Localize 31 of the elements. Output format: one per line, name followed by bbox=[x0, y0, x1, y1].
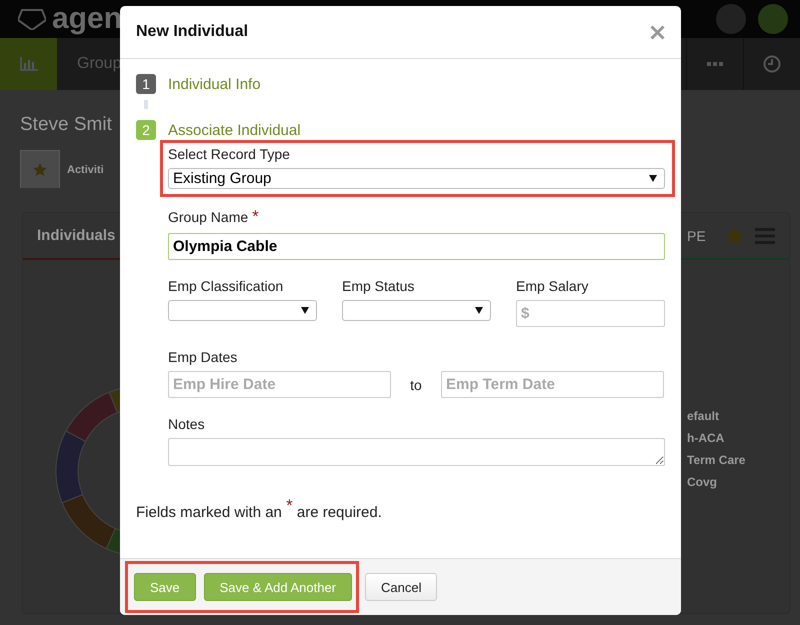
field-label: Emp Classification bbox=[168, 278, 284, 294]
card-title: Individuals bbox=[37, 227, 116, 244]
step-number: 2 bbox=[136, 120, 156, 140]
legend-label: efault bbox=[687, 409, 720, 423]
save-button[interactable]: Save & Add Another bbox=[204, 573, 352, 601]
field-label: Emp Status bbox=[342, 278, 416, 294]
step-number: 1 bbox=[136, 74, 156, 94]
field-label: Emp Dates bbox=[168, 349, 238, 365]
page-tab[interactable]: Activiti bbox=[60, 150, 111, 188]
field-label: Group Name bbox=[168, 209, 248, 225]
page-title: Steve Smit bbox=[20, 114, 112, 136]
legend-label: Term Care bbox=[687, 453, 746, 467]
save-button[interactable]: Save bbox=[134, 573, 196, 601]
term-date-field[interactable]: Emp Term Date bbox=[441, 371, 664, 398]
logo-text: agen bbox=[52, 2, 122, 36]
legend-label: h-ACA bbox=[687, 431, 726, 445]
step-label[interactable]: Associate Individual bbox=[168, 122, 301, 138]
field-label: Emp Salary bbox=[516, 278, 590, 294]
range-separator: to bbox=[409, 376, 423, 392]
hire-date-field[interactable]: Emp Hire Date bbox=[168, 371, 391, 398]
card-title: PE bbox=[687, 228, 706, 244]
legend-label: Covg bbox=[687, 475, 718, 489]
group-name-field[interactable]: Olympia Cable bbox=[168, 233, 665, 260]
step-label[interactable]: Individual Info bbox=[168, 76, 261, 92]
record-type-dropdown[interactable]: Existing Group bbox=[168, 168, 665, 189]
salary-field[interactable]: $ bbox=[516, 300, 665, 327]
required-mark: * bbox=[252, 207, 259, 227]
dialog-title: New Individual bbox=[136, 23, 248, 41]
cancel-button[interactable]: Cancel bbox=[365, 573, 438, 601]
field-label: Select Record Type bbox=[168, 146, 291, 162]
field-label: Notes bbox=[168, 416, 206, 432]
